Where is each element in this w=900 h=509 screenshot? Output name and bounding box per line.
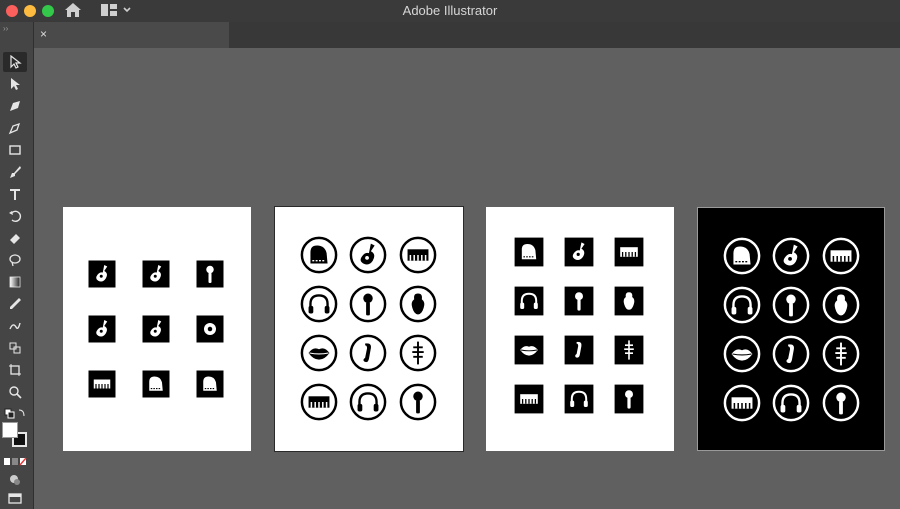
keyboard-icon[interactable]	[300, 383, 338, 421]
artboard-2[interactable]	[274, 206, 464, 452]
guitar-icon[interactable]	[772, 237, 810, 275]
guitar-icon[interactable]	[87, 314, 117, 344]
violin-icon[interactable]	[399, 285, 437, 323]
curvature-tool-icon[interactable]	[3, 118, 27, 138]
rectangle-tool-icon[interactable]	[3, 140, 27, 160]
violin-icon[interactable]	[822, 286, 860, 324]
grand-piano-icon[interactable]	[141, 369, 171, 399]
microphone-icon[interactable]	[399, 383, 437, 421]
microphone-icon[interactable]	[349, 285, 387, 323]
headphones-icon[interactable]	[723, 286, 761, 324]
eraser-tool-icon[interactable]	[3, 228, 27, 248]
guitar-icon[interactable]	[141, 259, 171, 289]
lips-icon[interactable]	[723, 335, 761, 373]
guitar-icon[interactable]	[563, 236, 595, 268]
lips-icon[interactable]	[513, 334, 545, 366]
keyboard-icon[interactable]	[87, 369, 117, 399]
headphones-icon[interactable]	[772, 384, 810, 422]
microphone-icon[interactable]	[772, 286, 810, 324]
keyboard-icon[interactable]	[822, 237, 860, 275]
keyboard-icon[interactable]	[513, 383, 545, 415]
cello-icon[interactable]	[399, 334, 437, 372]
saxophone-icon[interactable]	[349, 334, 387, 372]
tools-panel: ››	[0, 22, 34, 509]
shape-builder-tool-icon[interactable]	[3, 316, 27, 336]
document-tab[interactable]: ×	[34, 22, 229, 48]
microphone-icon[interactable]	[563, 285, 595, 317]
keyboard-icon[interactable]	[399, 236, 437, 274]
direct-selection-tool-icon[interactable]	[3, 74, 27, 94]
keyboard-icon[interactable]	[613, 236, 645, 268]
zoom-tool-icon[interactable]	[3, 382, 27, 402]
selection-tool-icon[interactable]	[3, 52, 27, 72]
headphones-icon[interactable]	[349, 383, 387, 421]
headphones-icon[interactable]	[513, 285, 545, 317]
paintbrush-tool-icon[interactable]	[3, 162, 27, 182]
drum-icon[interactable]	[195, 314, 225, 344]
grand-piano-icon[interactable]	[723, 237, 761, 275]
saxophone-icon[interactable]	[772, 335, 810, 373]
close-tab-button[interactable]: ×	[40, 27, 47, 41]
artboard-tool-icon[interactable]	[3, 360, 27, 380]
type-tool-icon[interactable]	[3, 184, 27, 204]
grand-piano-icon[interactable]	[513, 236, 545, 268]
rotate-tool-icon[interactable]	[3, 206, 27, 226]
saxophone-icon[interactable]	[563, 334, 595, 366]
canvas[interactable]	[34, 48, 900, 509]
headphones-icon[interactable]	[563, 383, 595, 415]
title-bar: Adobe Illustrator	[0, 0, 900, 22]
microphone-icon[interactable]	[822, 384, 860, 422]
cello-icon[interactable]	[613, 334, 645, 366]
screen-mode-icon[interactable]	[3, 488, 27, 508]
grand-piano-icon[interactable]	[300, 236, 338, 274]
microphone-icon[interactable]	[195, 259, 225, 289]
window-title: Adobe Illustrator	[402, 3, 498, 18]
pen-tool-icon[interactable]	[3, 96, 27, 116]
lasso-tool-icon[interactable]	[3, 250, 27, 270]
document-tab-bar: ×	[34, 22, 900, 48]
gradient-tool-icon[interactable]	[3, 272, 27, 292]
blend-tool-icon[interactable]	[3, 338, 27, 358]
microphone-icon[interactable]	[613, 383, 645, 415]
cello-icon[interactable]	[822, 335, 860, 373]
artboard-1[interactable]	[63, 207, 251, 451]
swap-fill-stroke-icon[interactable]	[3, 404, 27, 424]
guitar-icon[interactable]	[141, 314, 171, 344]
fill-stroke-icon[interactable]	[2, 422, 32, 448]
guitar-icon[interactable]	[349, 236, 387, 274]
keyboard-icon[interactable]	[723, 384, 761, 422]
lips-icon[interactable]	[300, 334, 338, 372]
grand-piano-icon[interactable]	[195, 369, 225, 399]
eyedropper-tool-icon[interactable]	[3, 294, 27, 314]
drawing-mode-icon[interactable]	[3, 470, 27, 490]
panel-collapse-icon[interactable]: ››	[3, 24, 8, 33]
artboard-4[interactable]	[697, 207, 885, 451]
violin-icon[interactable]	[613, 285, 645, 317]
headphones-icon[interactable]	[300, 285, 338, 323]
color-mode-icon[interactable]	[3, 452, 27, 472]
guitar-icon[interactable]	[87, 259, 117, 289]
artboard-3[interactable]	[486, 207, 674, 451]
